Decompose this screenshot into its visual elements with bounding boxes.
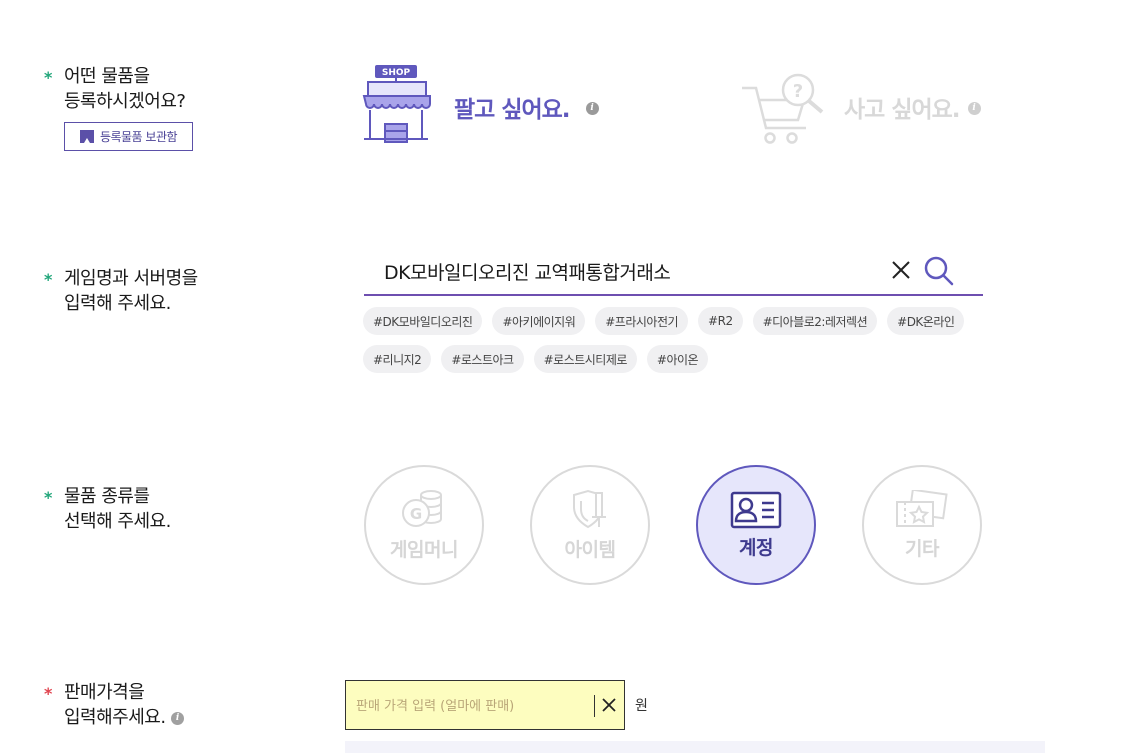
register-type-label: 어떤 물품을 등록하시겠어요? bbox=[64, 66, 186, 112]
category-label-text: 계정 bbox=[739, 536, 773, 559]
required-mark: * bbox=[44, 488, 53, 507]
category-item[interactable]: 아이템 bbox=[530, 465, 650, 585]
category-game-money[interactable]: G 게임머니 bbox=[364, 465, 484, 585]
shield-sword-icon bbox=[573, 489, 606, 528]
shop-sign-text: SHOP bbox=[382, 68, 411, 78]
svg-text:?: ? bbox=[793, 81, 803, 102]
info-icon[interactable]: i bbox=[585, 101, 599, 115]
game-tag[interactable]: #로스트시티제로 bbox=[533, 345, 637, 373]
saved-items-button[interactable]: 등록물품 보관함 bbox=[64, 122, 193, 151]
game-tag[interactable]: #프라시아전기 bbox=[595, 307, 689, 335]
info-icon[interactable]: i bbox=[170, 711, 184, 725]
game-tag[interactable]: #로스트아크 bbox=[441, 345, 524, 373]
clear-icon[interactable] bbox=[890, 259, 912, 281]
shop-icon: SHOP bbox=[362, 65, 431, 143]
info-icon[interactable]: i bbox=[967, 101, 981, 115]
svg-text:G: G bbox=[410, 505, 422, 523]
divider bbox=[594, 695, 595, 717]
buy-label: 사고 싶어요. bbox=[844, 97, 961, 123]
price-label-text: 판매가격을 입력해주세요. bbox=[64, 682, 166, 728]
popular-game-tags: #DK모바일디오리진 #아키에이지워 #프라시아전기 #R2 #디아블로2:레저… bbox=[363, 307, 983, 373]
game-tag[interactable]: #아키에이지워 bbox=[492, 307, 586, 335]
category-account[interactable]: 계정 bbox=[696, 465, 816, 585]
ticket-icon bbox=[896, 489, 948, 527]
saved-items-label: 등록물품 보관함 bbox=[99, 130, 178, 144]
sell-label: 팔고 싶어요. bbox=[454, 97, 571, 123]
game-tag[interactable]: #리니지2 bbox=[363, 345, 432, 373]
bookmark-icon bbox=[79, 130, 94, 143]
category-etc[interactable]: 기타 bbox=[862, 465, 982, 585]
category-label: 물품 종류를 선택해 주세요. bbox=[64, 486, 171, 532]
category-label-text: 게임머니 bbox=[390, 538, 458, 561]
game-server-label: 게임명과 서버명을 입력해 주세요. bbox=[64, 268, 198, 314]
next-section-strip bbox=[345, 741, 1045, 753]
game-tag[interactable]: #디아블로2:레저렉션 bbox=[752, 307, 878, 335]
clear-icon[interactable] bbox=[600, 696, 618, 714]
buy-option[interactable]: ? 사고 싶어요. i bbox=[740, 70, 981, 146]
category-label-text: 아이템 bbox=[564, 538, 616, 561]
required-mark: * bbox=[44, 684, 53, 703]
price-label: 판매가격을 입력해주세요. i bbox=[64, 680, 184, 730]
cart-search-icon: ? bbox=[742, 73, 824, 144]
game-search-input[interactable] bbox=[384, 256, 884, 286]
price-input[interactable] bbox=[356, 694, 592, 718]
sell-option[interactable]: SHOP 팔고 싶어요. i bbox=[360, 64, 599, 146]
required-mark: * bbox=[44, 68, 53, 87]
game-tag[interactable]: #R2 bbox=[698, 307, 743, 335]
currency-unit: 원 bbox=[635, 698, 648, 714]
game-tag[interactable]: #아이온 bbox=[646, 345, 709, 373]
search-icon[interactable] bbox=[923, 255, 955, 287]
price-field bbox=[345, 680, 625, 730]
required-mark: * bbox=[44, 270, 53, 289]
game-tag[interactable]: #DK모바일디오리진 bbox=[363, 307, 483, 335]
coin-icon: G bbox=[402, 489, 442, 527]
game-search-bar bbox=[364, 250, 983, 296]
game-tag[interactable]: #DK온라인 bbox=[887, 307, 965, 335]
id-card-icon bbox=[730, 491, 782, 528]
category-label-text: 기타 bbox=[905, 537, 939, 560]
